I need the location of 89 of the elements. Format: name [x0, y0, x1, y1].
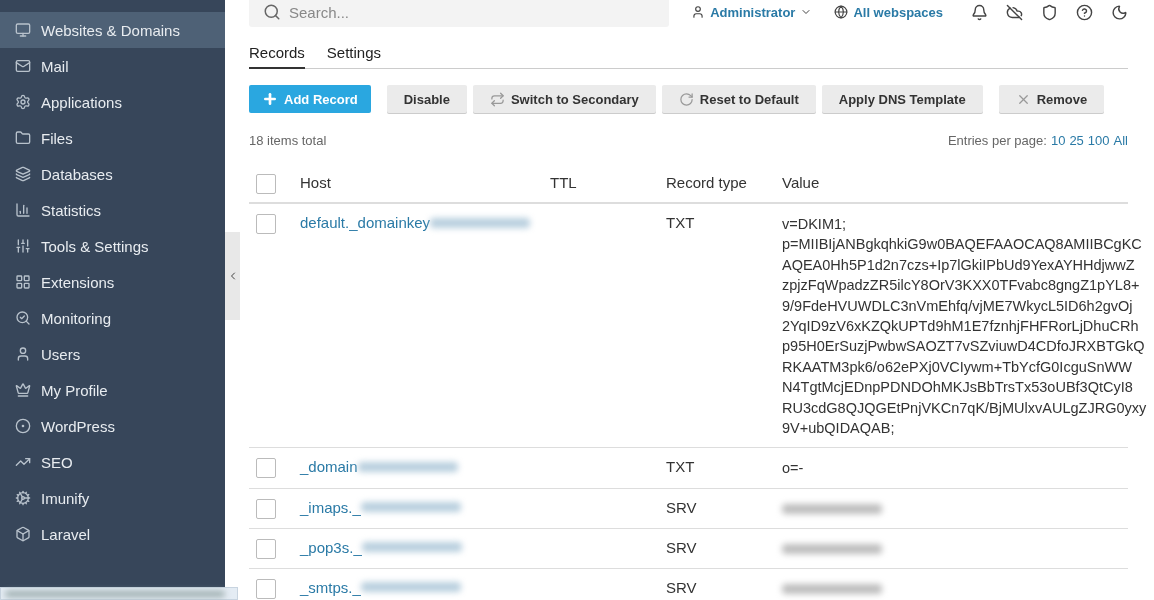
items-total: 18 items total: [249, 133, 327, 148]
value-line: o=-: [782, 459, 805, 479]
help-icon[interactable]: [1076, 3, 1093, 21]
swap-icon: [489, 91, 505, 107]
host-link[interactable]: _smtps._: [300, 578, 361, 596]
select-all-checkbox[interactable]: [256, 174, 276, 194]
sidebar-item[interactable]: Statistics: [0, 192, 225, 228]
value-line: p95H0ErSuzjPwbwSAOZT7vSZviuwD4CDfoJRXBTGkQ: [782, 337, 1146, 357]
circle-logo-icon: [15, 418, 31, 434]
reset-icon: [678, 91, 694, 107]
tab[interactable]: Settings: [326, 40, 382, 69]
blocks-icon: [15, 274, 31, 290]
table-cell-text: SRV: [666, 578, 698, 596]
tab[interactable]: Records: [249, 40, 305, 69]
sidebar-item[interactable]: Extensions: [0, 264, 225, 300]
sidebar-item[interactable]: WordPress: [0, 408, 225, 444]
value-line: AQEA0Hh5P1d2n7czs+Ip7lGkiIPbUd9YexAYHHdjwwZ: [782, 255, 1136, 275]
row-checkbox[interactable]: [256, 498, 276, 519]
table-cell-text: TXT: [666, 458, 696, 476]
sidebar-item[interactable]: SEO: [0, 444, 225, 480]
column-header: Value: [782, 174, 821, 191]
crown-icon: [15, 382, 31, 398]
pager-label: Entries per page:: [947, 133, 1047, 148]
folder-icon: [15, 130, 31, 146]
webspaces-link[interactable]: All webspaces: [834, 4, 943, 20]
sidebar-item[interactable]: Monitoring: [0, 300, 225, 336]
globe-icon: [834, 5, 849, 19]
sidebar-item[interactable]: Users: [0, 336, 225, 372]
bell-icon[interactable]: [971, 3, 988, 21]
sidebar-item[interactable]: Imunify: [0, 480, 225, 516]
layers-icon: [15, 166, 31, 182]
toolbar-button[interactable]: Disable: [386, 85, 467, 113]
plus-icon: [262, 91, 278, 107]
user-icon: [691, 5, 706, 19]
value-line: zpjzFqWpadzZR5ilcY8OrV3KXX0TFvabc8gngZ1pYL8+: [782, 276, 1141, 296]
monitor-icon: [15, 22, 31, 38]
search-icon: [263, 3, 281, 21]
page-size-link[interactable]: All: [1113, 133, 1128, 148]
sidebar-item[interactable]: My Profile: [0, 372, 225, 408]
row-checkbox[interactable]: [256, 538, 276, 559]
table-cell-text: SRV: [666, 498, 698, 516]
value-line: RU3cdG8QJQGEtPnjVKCn7qK/BjMUlxvAULgZJRG0yxy: [782, 398, 1147, 418]
collapse-handle[interactable]: [225, 232, 240, 320]
row-checkbox[interactable]: [256, 214, 276, 234]
page-size-link[interactable]: 100: [1087, 133, 1110, 148]
sidebar-item[interactable]: Websites & Domains: [0, 12, 225, 48]
sidebar-item[interactable]: Mail: [0, 48, 225, 84]
magnifier-icon: [15, 310, 31, 326]
toolbar-button[interactable]: Remove: [998, 85, 1105, 113]
table-cell-text: TXT: [666, 214, 696, 231]
host-link[interactable]: default._domainkey: [300, 214, 431, 231]
column-header: Host: [300, 174, 332, 191]
value-line: p=MIIBIjANBgkqhkiG9w0BAQEFAAOCAQ8AMIIBCgKC: [782, 235, 1143, 255]
user-icon: [15, 346, 31, 362]
row-checkbox[interactable]: [256, 458, 276, 479]
column-header: TTL: [550, 174, 578, 191]
search-field[interactable]: Search...: [249, 0, 670, 27]
sidebar-item[interactable]: Databases: [0, 156, 225, 192]
value-line: 9V+ubQIDAQAB;: [782, 419, 896, 439]
toolbar-button[interactable]: Apply DNS Template: [821, 85, 983, 113]
moon-icon[interactable]: [1111, 3, 1128, 21]
user-menu[interactable]: Administrator: [691, 4, 813, 20]
host-link[interactable]: _domain: [300, 458, 358, 476]
sidebar-item[interactable]: Tools & Settings: [0, 228, 225, 264]
host-link[interactable]: _pop3s._: [300, 538, 362, 556]
value-line: 9/9FdeHVUWDLC3nVmEhfq/vjME7WkycL5ID6h2gvOj: [782, 296, 1134, 316]
value-line: v=DKIM1;: [782, 215, 848, 234]
value-line: N4TgtMcjEDnpPDNDOhMKJsBbTrsTx53oUBf3QtCyI8: [782, 378, 1134, 398]
gear-icon: [15, 94, 31, 110]
cog-icon: [15, 490, 31, 506]
sidebar-item[interactable]: Applications: [0, 84, 225, 120]
cube-icon: [15, 526, 31, 542]
table-cell-text: SRV: [666, 538, 698, 556]
bar-chart-icon: [15, 202, 31, 218]
host-link[interactable]: _imaps._: [300, 498, 361, 516]
row-checkbox[interactable]: [256, 578, 276, 599]
shield-icon[interactable]: [1041, 3, 1058, 21]
column-header: Record type: [666, 174, 748, 191]
page-size-link[interactable]: 25: [1069, 133, 1084, 148]
sidebar-item[interactable]: Laravel: [0, 516, 225, 552]
toolbar-button[interactable]: Switch to Secondary: [472, 85, 656, 113]
page-size-link[interactable]: 10: [1050, 133, 1066, 148]
sliders-icon: [15, 238, 31, 254]
cloud-icon[interactable]: [1006, 3, 1023, 21]
value-line: RKAATM3pk6/o62ePXj0VCIywm+TbYcfG0IcguSnWW: [782, 357, 1133, 377]
value-line: 2YqID9zV6xKZQkUPTd9hM1E7fznhjFHFRorLjDhuCRh: [782, 317, 1140, 337]
sidebar-item[interactable]: Files: [0, 120, 225, 156]
toolbar-button[interactable]: Reset to Default: [661, 85, 816, 113]
envelope-icon: [15, 58, 31, 74]
